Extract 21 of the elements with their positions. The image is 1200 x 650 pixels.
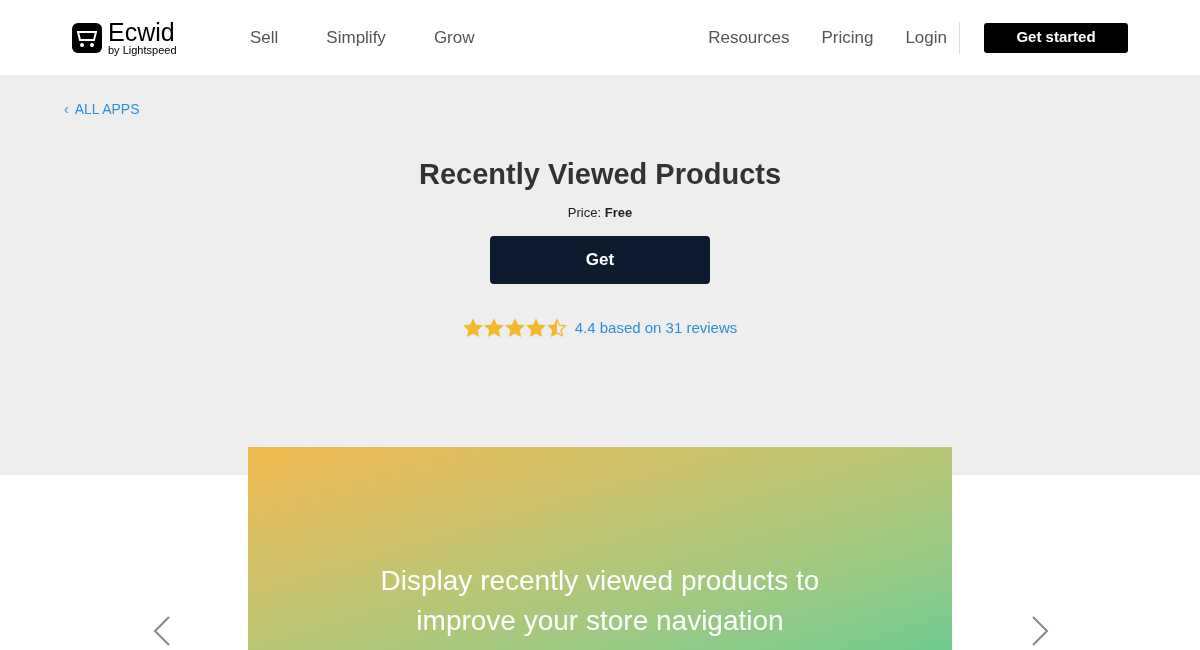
nav-link[interactable]: Sell (250, 24, 279, 51)
nav-link[interactable]: Simplify (326, 24, 386, 51)
nav-link[interactable]: Login (905, 24, 947, 51)
star-icon (504, 318, 525, 339)
star-icon (546, 318, 567, 339)
nav-link[interactable]: Pricing (821, 24, 874, 51)
banner-text: Display recently viewed products to improve your store navigation (379, 564, 821, 638)
nav-link[interactable]: Resources (708, 24, 790, 51)
logo-name: Ecwid (108, 19, 176, 45)
price-text: Price: Free (567, 203, 633, 222)
cart-logo-icon (72, 22, 102, 53)
logo-tagline: by Lightspeed (108, 44, 177, 56)
app-title: Recently Viewed Products (418, 157, 782, 192)
star-icon (462, 318, 483, 339)
star-icon (525, 318, 546, 339)
chevron-left-icon[interactable] (153, 615, 171, 647)
chevron-right-icon[interactable] (1031, 615, 1049, 647)
nav-link[interactable]: Grow (433, 24, 475, 51)
get-button[interactable]: Get (490, 236, 710, 284)
get-started-button[interactable]: Get started (984, 22, 1128, 53)
star-icon (483, 318, 504, 339)
